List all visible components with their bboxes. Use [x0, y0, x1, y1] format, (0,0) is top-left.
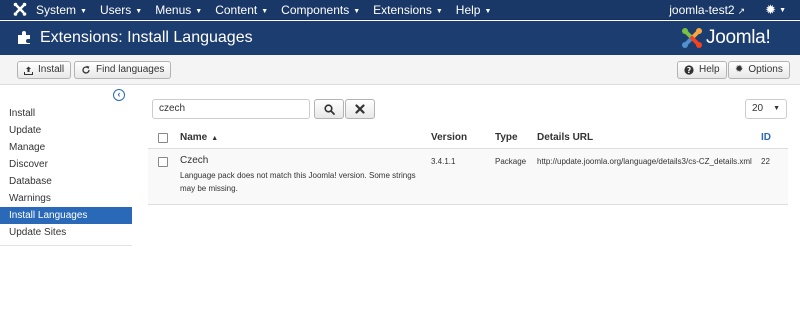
menu-content[interactable]: Content ▼: [215, 0, 268, 20]
row-checkbox[interactable]: [158, 157, 168, 167]
caret-down-icon: ▼: [435, 8, 443, 15]
upload-icon: [24, 66, 33, 75]
page-header: Extensions: Install Languages Joomla!: [0, 21, 800, 55]
sidebar-item-warnings[interactable]: Warnings: [0, 190, 132, 207]
sidebar-item-manage[interactable]: Manage: [0, 139, 132, 156]
caret-down-icon: ▼: [135, 8, 143, 15]
search-input[interactable]: czech: [152, 99, 310, 119]
external-link-icon: ↗: [737, 6, 746, 16]
menu-extensions[interactable]: Extensions ▼: [373, 0, 443, 20]
type-cell: Package: [495, 157, 527, 166]
caret-down-icon: ▼: [779, 6, 786, 14]
help-button[interactable]: ? Help: [677, 61, 727, 79]
install-label: Install: [38, 64, 65, 75]
install-button[interactable]: Install: [17, 61, 72, 79]
options-label: Options: [748, 64, 783, 75]
caret-down-icon: ▼: [195, 8, 203, 15]
search-icon: [323, 103, 335, 115]
site-name: joomla-test2: [669, 3, 735, 17]
table-row: Czech Language pack does not match this …: [148, 149, 788, 205]
id-cell: 22: [761, 157, 770, 166]
menu-label: System: [36, 3, 77, 17]
list-limit-select[interactable]: 20 ▼: [745, 99, 787, 119]
sidebar-item-discover[interactable]: Discover: [0, 156, 132, 173]
menu-help[interactable]: Help ▼: [456, 0, 492, 20]
clear-search-button[interactable]: [345, 99, 375, 119]
close-icon: [355, 104, 365, 114]
column-name-label: Name: [180, 132, 208, 143]
menu-label: Content: [215, 3, 258, 17]
sidebar-item-update-sites[interactable]: Update Sites: [0, 224, 132, 241]
menu-system[interactable]: System ▼: [36, 0, 87, 20]
sidebar: ‹ Install Update Manage Discover Databas…: [0, 85, 132, 329]
sidebar-toggle-arrow-left-icon[interactable]: ‹: [113, 89, 125, 101]
details-url-cell: http://update.joomla.org/language/detail…: [537, 157, 752, 166]
caret-down-icon: ▼: [353, 8, 361, 15]
language-name: Czech: [180, 155, 209, 166]
sidebar-divider: [0, 245, 132, 246]
top-right-controls: joomla-test2 ↗ ✹ ▼: [669, 0, 786, 20]
gear-icon: ✹: [765, 2, 777, 17]
sidebar-item-install-languages[interactable]: Install Languages: [0, 207, 132, 224]
joomla-mark-icon: [682, 28, 702, 48]
menu-label: Help: [455, 3, 481, 17]
sidebar-item-update[interactable]: Update: [0, 122, 132, 139]
caret-down-icon: ▼: [773, 105, 780, 112]
menu-label: Components: [281, 3, 350, 17]
column-header-id[interactable]: ID: [761, 132, 771, 143]
svg-text:?: ?: [687, 66, 691, 75]
column-header-details-url: Details URL: [537, 132, 594, 143]
site-link[interactable]: joomla-test2 ↗: [669, 3, 745, 17]
question-circle-icon: ?: [684, 65, 694, 75]
sort-ascending-icon: ▲: [211, 135, 219, 142]
menu-label: Menus: [155, 3, 192, 17]
table-header: Name ▲ Version Type Details URL ID: [148, 127, 788, 149]
puzzle-piece-icon: [18, 31, 30, 44]
list-limit-value: 20: [752, 103, 764, 114]
select-all-checkbox[interactable]: [158, 133, 168, 143]
help-label: Help: [699, 64, 720, 75]
sidebar-item-install[interactable]: Install: [0, 105, 132, 122]
menu-label: Extensions: [373, 3, 432, 17]
joomla-logo-icon[interactable]: [13, 2, 27, 17]
column-header-name[interactable]: Name ▲: [180, 132, 218, 143]
user-menu[interactable]: ✹ ▼: [765, 2, 786, 18]
version-warning-message: Language pack does not match this Joomla…: [180, 171, 416, 193]
search-button[interactable]: [314, 99, 344, 119]
sidebar-menu: Install Update Manage Discover Database …: [0, 105, 132, 241]
caret-down-icon: ▼: [80, 8, 87, 15]
brand-text: Joomla!: [706, 27, 771, 48]
menu-users[interactable]: Users ▼: [100, 0, 142, 20]
joomla-brand-logo: Joomla!: [681, 25, 771, 51]
menu-menus[interactable]: Menus ▼: [155, 0, 202, 20]
languages-table: Name ▲ Version Type Details URL ID Czech …: [148, 127, 788, 205]
main-menu: System ▼ Users ▼ Menus ▼ Content ▼ Component…: [36, 0, 504, 20]
find-languages-button[interactable]: Find languages: [74, 61, 172, 79]
sidebar-item-database[interactable]: Database: [0, 173, 132, 190]
refresh-icon: [81, 65, 91, 75]
find-languages-label: Find languages: [96, 64, 165, 75]
gear-icon: ✹: [735, 64, 744, 75]
menu-label: Users: [99, 3, 132, 17]
version-cell: 3.4.1.1: [431, 157, 456, 166]
menu-components[interactable]: Components ▼: [281, 0, 360, 20]
column-header-version: Version: [431, 132, 468, 143]
caret-down-icon: ▼: [484, 8, 492, 15]
toolbar: Install Find languages ? Help ✹ Options: [0, 55, 800, 85]
caret-down-icon: ▼: [261, 8, 269, 15]
top-navbar: System ▼ Users ▼ Menus ▼ Content ▼ Component…: [0, 0, 800, 20]
options-button[interactable]: ✹ Options: [728, 61, 790, 79]
page-title: Extensions: Install Languages: [40, 29, 253, 46]
column-header-type: Type: [495, 132, 518, 143]
